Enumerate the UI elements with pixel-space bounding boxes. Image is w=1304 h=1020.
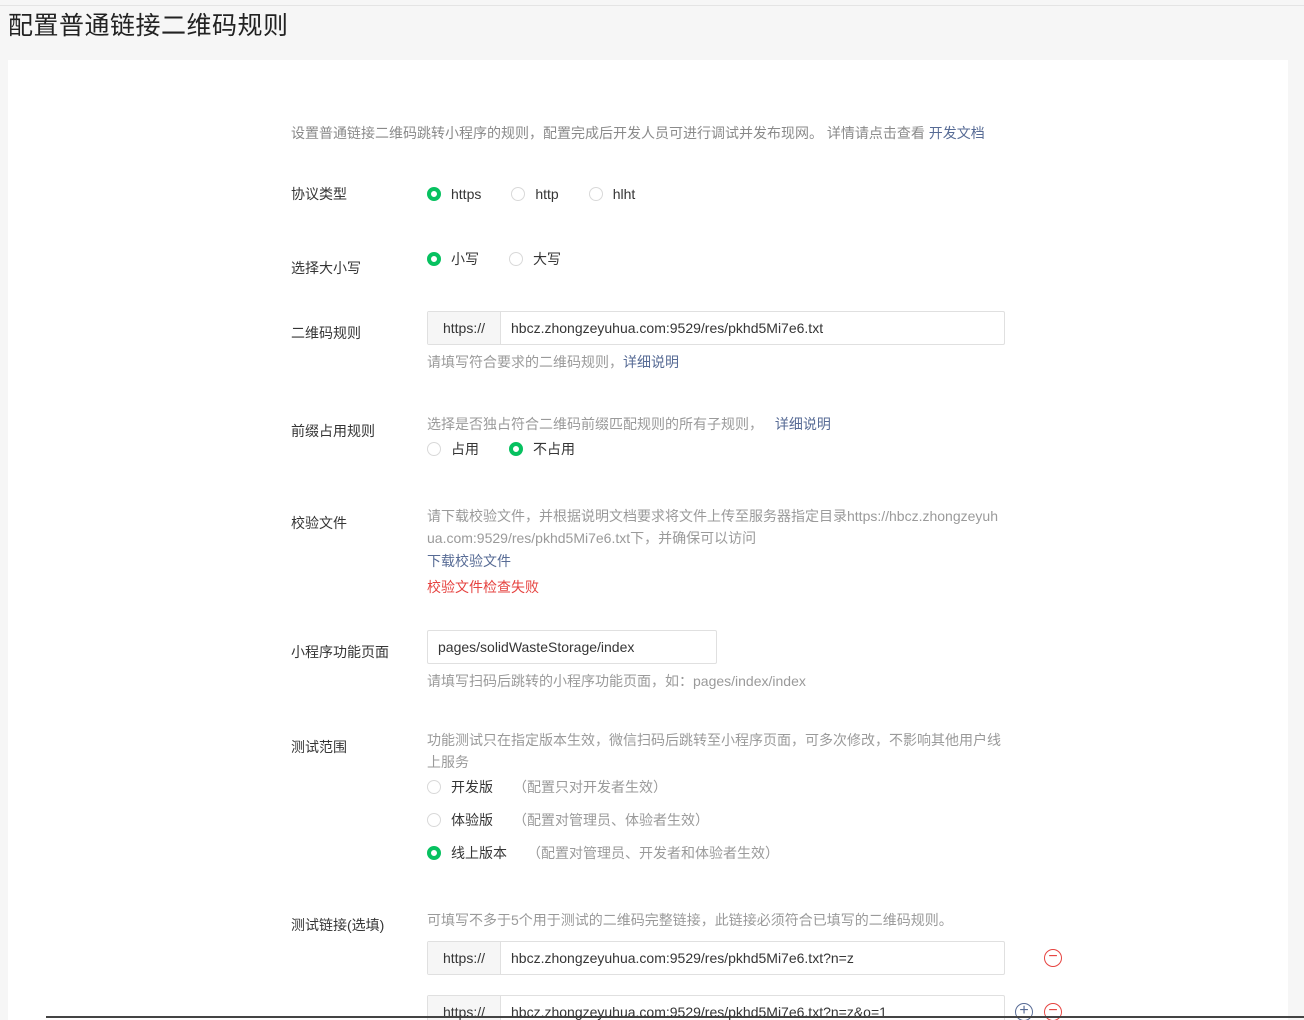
radio-unchecked-icon (509, 252, 523, 266)
prefix-rule-tip: 选择是否独占符合二维码前缀匹配规则的所有子规则， 详细说明 (427, 416, 831, 432)
protocol-label: 协议类型 (291, 186, 347, 202)
dev-docs-link[interactable]: 开发文档 (929, 125, 985, 141)
settings-card: 设置普通链接二维码跳转小程序的规则，配置完成后开发人员可进行调试并发布现网。 详… (8, 60, 1288, 1020)
case-radio-lower[interactable]: 小写 (427, 249, 479, 269)
mini-page-tip: 请填写扫码后跳转的小程序功能页面，如：pages/index/index (427, 673, 806, 689)
radio-checked-icon (427, 846, 441, 860)
qr-rule-tip: 请填写符合要求的二维码规则，详细说明 (427, 354, 679, 370)
prefix-rule-label: 前缀占用规则 (291, 423, 375, 439)
test-scope-label: 测试范围 (291, 739, 347, 755)
test-link-input-1[interactable]: hbcz.zhongzeyuhua.com:9529/res/pkhd5Mi7e… (501, 942, 1004, 974)
intro-text: 设置普通链接二维码跳转小程序的规则，配置完成后开发人员可进行调试并发布现网。 详… (291, 125, 985, 141)
test-scope-tip: 功能测试只在指定版本生效，微信扫码后跳转至小程序页面，可多次修改，不影响其他用户… (427, 732, 1001, 770)
protocol-radio-https[interactable]: https (427, 184, 481, 204)
remove-test-link-button-1[interactable]: − (1044, 949, 1062, 967)
qr-rule-prefix: https:// (428, 312, 501, 344)
verify-file-field: 请下载校验文件，并根据说明文档要求将文件上传至服务器指定目录https://hb… (427, 505, 1005, 598)
mini-page-input[interactable]: pages/solidWasteStorage/index (427, 630, 717, 664)
test-links-label: 测试链接(选填) (291, 917, 385, 933)
prefix-rule-field: 选择是否独占符合二维码前缀匹配规则的所有子规则， 详细说明 占用 不占用 (427, 413, 1007, 459)
prefix-radio-occupy[interactable]: 占用 (427, 439, 479, 459)
mini-page-field: pages/solidWasteStorage/index 请填写扫码后跳转的小… (427, 630, 1007, 692)
case-label: 选择大小写 (291, 260, 361, 276)
radio-checked-icon (509, 442, 523, 456)
test-link-prefix: https:// (428, 942, 501, 974)
radio-checked-icon (427, 252, 441, 266)
case-radio-group: 小写 大写 (427, 249, 1007, 269)
bottom-divider (46, 1016, 1304, 1018)
scope-radio-release[interactable]: 线上版本 （配置对管理员、开发者和体验者生效） (427, 843, 975, 863)
page-title: 配置普通链接二维码规则 (8, 12, 289, 40)
test-links-field: 可填写不多于5个用于测试的二维码完整链接，此链接必须符合已填写的二维码规则。 h… (427, 909, 1007, 1020)
qr-rule-input-group: https:// hbcz.zhongzeyuhua.com:9529/res/… (427, 311, 1005, 345)
radio-unchecked-icon (588, 187, 603, 201)
download-verify-file-link[interactable]: 下载校验文件 (427, 550, 1005, 572)
case-radio-upper[interactable]: 大写 (509, 249, 561, 269)
protocol-radio-http[interactable]: http (511, 184, 559, 204)
qr-rule-field: https:// hbcz.zhongzeyuhua.com:9529/res/… (427, 311, 1007, 373)
verify-file-tip: 请下载校验文件，并根据说明文档要求将文件上传至服务器指定目录https://hb… (427, 508, 998, 546)
qr-rule-input[interactable]: hbcz.zhongzeyuhua.com:9529/res/pkhd5Mi7e… (501, 312, 1004, 344)
qr-rule-detail-link[interactable]: 详细说明 (623, 354, 679, 370)
verify-file-error: 校验文件检查失败 (427, 579, 539, 595)
protocol-radio-hlht[interactable]: hlht (588, 184, 635, 204)
prefix-rule-detail-link[interactable]: 详细说明 (775, 416, 831, 432)
radio-unchecked-icon (427, 442, 441, 456)
radio-checked-icon (427, 187, 441, 201)
test-links-tip: 可填写不多于5个用于测试的二维码完整链接，此链接必须符合已填写的二维码规则。 (427, 912, 953, 928)
qr-rule-label: 二维码规则 (291, 325, 361, 341)
mini-page-label: 小程序功能页面 (291, 644, 389, 660)
prefix-radio-not-occupy[interactable]: 不占用 (509, 439, 575, 459)
scope-radio-develop[interactable]: 开发版 （配置只对开发者生效） (427, 777, 975, 797)
test-link-input-group-1: https:// hbcz.zhongzeyuhua.com:9529/res/… (427, 941, 1005, 975)
radio-unchecked-icon (427, 813, 441, 827)
prefix-rule-radio-group: 占用 不占用 (427, 439, 1007, 459)
radio-unchecked-icon (427, 780, 441, 794)
protocol-radio-group: https http hlht (427, 184, 1007, 204)
scope-radio-trial[interactable]: 体验版 （配置对管理员、体验者生效） (427, 810, 975, 830)
radio-unchecked-icon (511, 187, 526, 201)
test-scope-field: 功能测试只在指定版本生效，微信扫码后跳转至小程序页面，可多次修改，不影响其他用户… (427, 729, 1005, 863)
verify-file-label: 校验文件 (291, 515, 347, 531)
